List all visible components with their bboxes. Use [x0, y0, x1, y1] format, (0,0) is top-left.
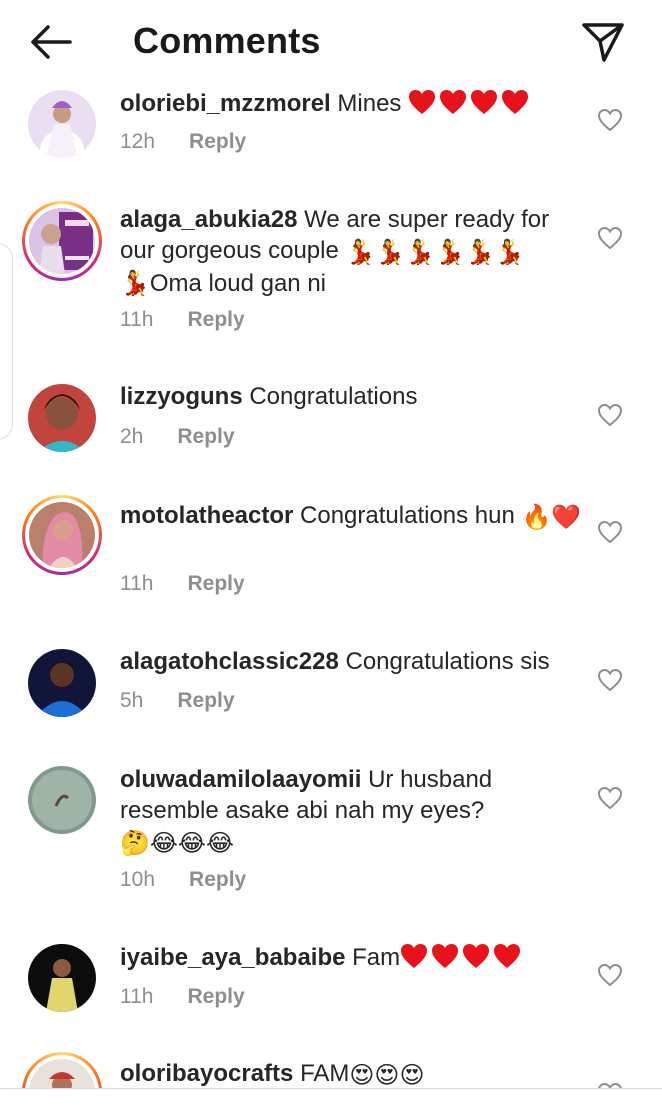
heart-eyes-emoji: 😍😍😍 — [349, 1062, 425, 1089]
comment-time: 11h — [120, 985, 154, 1008]
red-heart-emoji — [408, 90, 532, 117]
red-heart-emoji — [400, 944, 524, 971]
comment-username[interactable]: alagatohclassic228 — [120, 648, 339, 675]
comment-time: 10h — [120, 868, 156, 891]
comment-body: Fam — [352, 944, 401, 971]
avatar-story-ring[interactable] — [22, 495, 102, 575]
comment-body: Congratulations — [249, 383, 418, 410]
like-heart-icon[interactable] — [597, 403, 623, 427]
reply-button[interactable]: Reply — [187, 985, 244, 1008]
like-heart-icon[interactable] — [597, 108, 623, 132]
comment-meta: 10h Reply — [120, 868, 246, 892]
comment-time: 2h — [120, 425, 144, 448]
avatar-story-ring[interactable] — [22, 201, 102, 281]
comment-meta: 12h Reply — [120, 130, 246, 154]
comment-body: Congratulations sis — [345, 648, 550, 675]
reply-button[interactable]: Reply — [187, 572, 244, 595]
like-heart-icon[interactable] — [597, 668, 623, 692]
comment-text: alagatohclassic228 Congratulations sis — [120, 646, 585, 677]
dancer-emoji: 💃💃💃💃💃💃 — [345, 239, 525, 266]
comment-meta: 2h Reply — [120, 425, 235, 449]
paper-plane-icon[interactable] — [580, 20, 626, 64]
comment-username[interactable]: oloriebi_mzzmorel — [120, 90, 331, 117]
avatar-image — [28, 384, 96, 452]
comment-body: FAM — [300, 1060, 350, 1087]
comment-time: 12h — [120, 130, 156, 153]
page-title: Comments — [133, 20, 321, 61]
comment-username[interactable]: oloribayocrafts — [120, 1060, 293, 1087]
like-heart-icon[interactable] — [597, 786, 623, 810]
comment-text: motolatheactor Congratulations hun 🔥❤️ — [120, 500, 585, 533]
comment-username[interactable]: iyaibe_aya_babaibe — [120, 944, 345, 971]
comment-username[interactable]: lizzyoguns — [120, 383, 243, 410]
reply-button[interactable]: Reply — [189, 130, 246, 153]
comment-username[interactable]: motolatheactor — [120, 502, 293, 529]
header-bar: Comments — [0, 0, 662, 84]
avatar-image — [28, 649, 96, 717]
comment-username[interactable]: alaga_abukia28 — [120, 206, 297, 233]
fire-heart-emoji: 🔥❤️ — [521, 504, 582, 531]
comment-meta: 5h Reply — [120, 689, 235, 713]
comment-time: 11h — [120, 308, 154, 331]
like-heart-icon[interactable] — [597, 963, 623, 987]
reply-button[interactable]: Reply — [177, 689, 234, 712]
avatar[interactable] — [28, 649, 96, 717]
comment-body: Congratulations hun — [300, 502, 515, 529]
side-edge-handle[interactable] — [0, 243, 13, 440]
thinking-laughing-emoji: 🤔😂😂😂 — [120, 830, 235, 857]
comment-body-continued: 💃Oma loud gan ni — [120, 270, 326, 297]
avatar-image — [28, 944, 96, 1012]
arrow-left-icon[interactable] — [26, 22, 76, 62]
reply-button[interactable]: Reply — [189, 868, 246, 891]
avatar-image — [29, 208, 95, 274]
reply-button[interactable]: Reply — [187, 308, 244, 331]
avatar-image — [28, 766, 96, 834]
like-heart-icon[interactable] — [597, 520, 623, 544]
avatar-image — [28, 90, 96, 158]
comment-body: Mines — [337, 90, 402, 117]
comment-username[interactable]: oluwadamilolaayomii — [120, 766, 361, 793]
comment-text: oloriebi_mzzmorel Mines — [120, 88, 585, 119]
comment-meta: 11h Reply — [120, 985, 245, 1009]
comment-time: 11h — [120, 572, 154, 595]
comment-meta: 11h Reply — [120, 308, 245, 332]
avatar-image — [29, 1059, 95, 1090]
avatar[interactable] — [28, 90, 96, 158]
comment-time: 5h — [120, 689, 144, 712]
avatar[interactable] — [28, 384, 96, 452]
reply-button[interactable]: Reply — [177, 425, 234, 448]
emoji-quick-bar — [0, 1088, 662, 1118]
comment-text: lizzyoguns Congratulations — [120, 381, 585, 412]
avatar[interactable] — [28, 766, 96, 834]
comment-text: oloribayocrafts FAM😍😍😍 — [120, 1058, 585, 1090]
comment-meta: 11h Reply — [120, 572, 245, 596]
like-heart-icon[interactable] — [597, 226, 623, 250]
comments-list: oloriebi_mzzmorel Mines 12h Reply alaga_… — [0, 0, 662, 1090]
comment-text: alaga_abukia28 We are super ready for ou… — [120, 204, 585, 299]
avatar[interactable] — [28, 944, 96, 1012]
comment-text: oluwadamilolaayomii Ur husband resemble … — [120, 764, 585, 859]
avatar-story-ring[interactable] — [22, 1052, 102, 1090]
avatar-image — [29, 502, 95, 568]
comment-text: iyaibe_aya_babaibe Fam — [120, 942, 585, 973]
